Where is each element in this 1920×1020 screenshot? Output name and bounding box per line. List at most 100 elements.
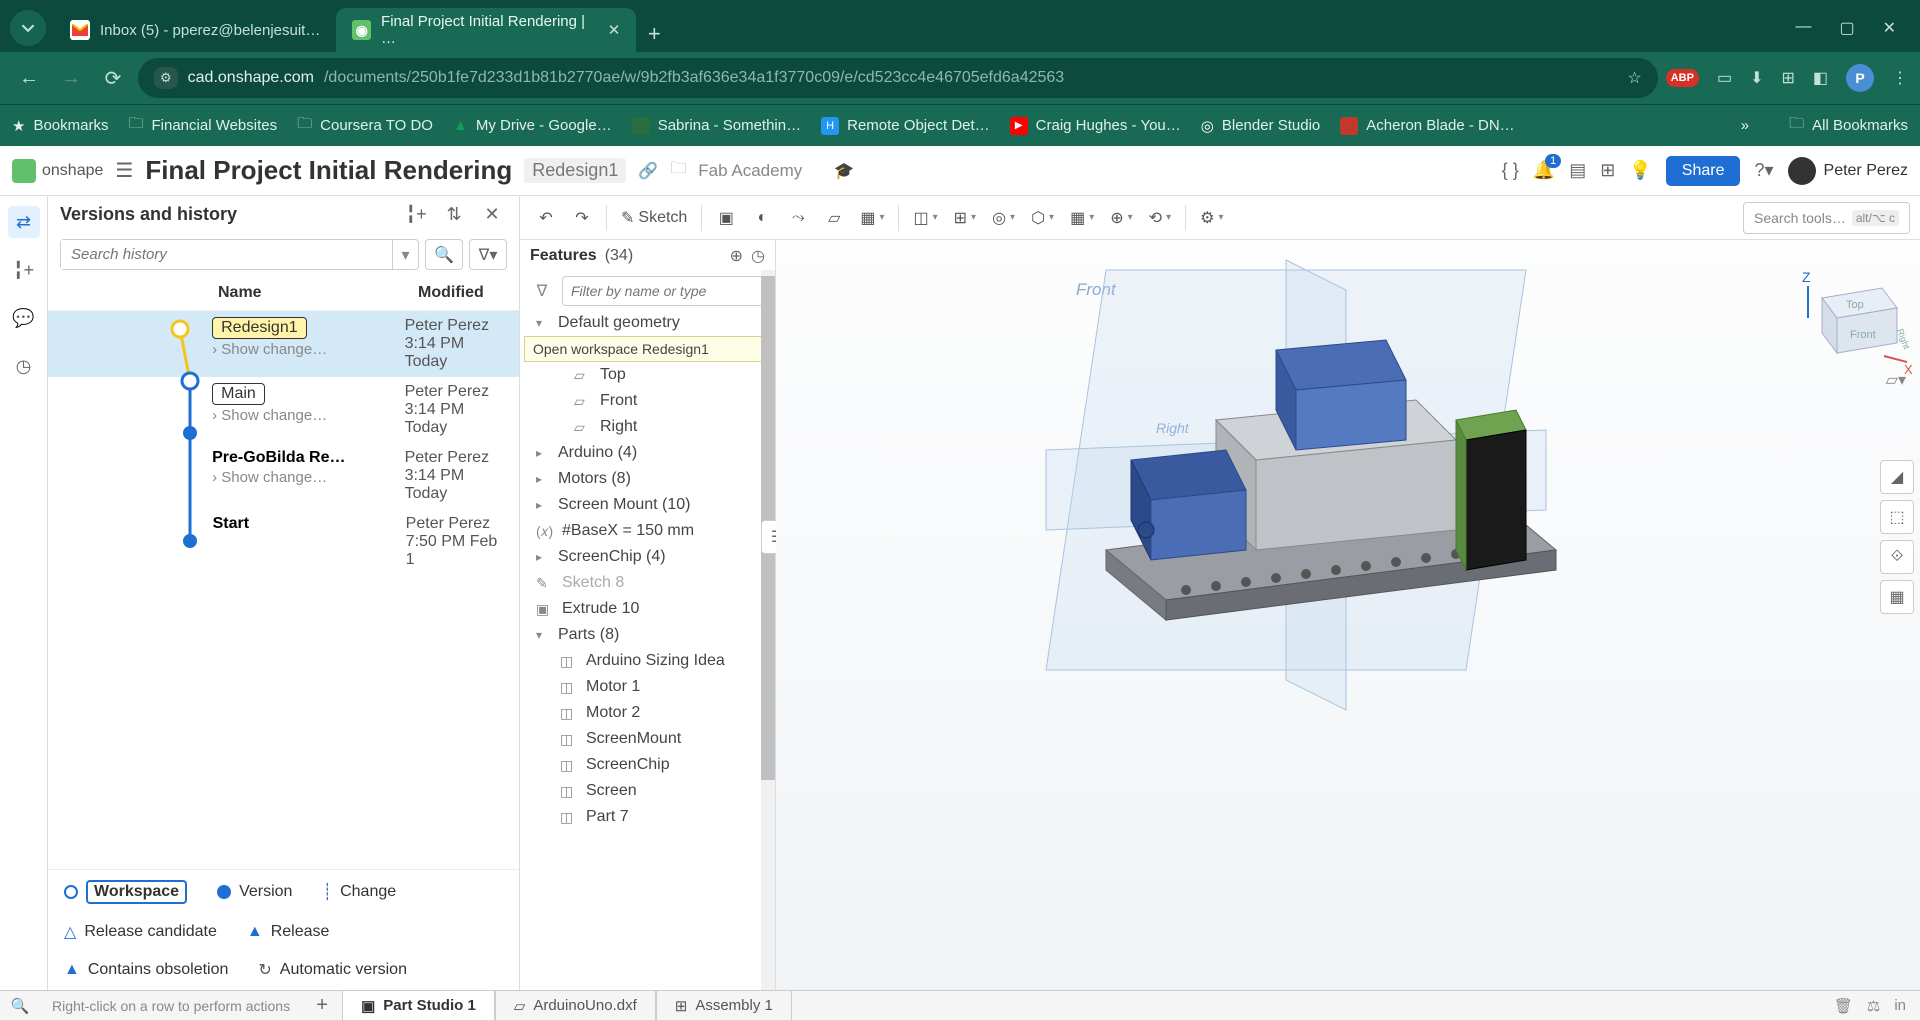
feature-item[interactable]: ▾Default geometry xyxy=(520,310,775,336)
all-bookmarks[interactable]: 🗀All Bookmarks xyxy=(1789,113,1908,138)
transform-icon[interactable]: ⟲▾ xyxy=(1143,202,1177,234)
search-tabs-icon[interactable]: 🔍 xyxy=(0,997,40,1015)
version-row[interactable]: Pre-GoBilda Re… › Show change… Peter Per… xyxy=(48,443,519,509)
browser-tab-onshape[interactable]: ◉ Final Project Initial Rendering | … ✕ xyxy=(336,8,636,52)
code-icon[interactable]: { } xyxy=(1502,160,1519,181)
gear-icon[interactable]: ⚙▾ xyxy=(1194,202,1229,234)
units-icon[interactable]: in xyxy=(1894,997,1906,1015)
sweep-icon[interactable]: ⤳ xyxy=(782,202,814,234)
feature-item[interactable]: ▱Right xyxy=(520,414,775,440)
link-icon[interactable]: 🔗 xyxy=(638,161,658,181)
show-changes-link[interactable]: › Show change… xyxy=(212,407,404,424)
feature-item[interactable]: ▣Extrude 10 xyxy=(520,596,775,622)
bookmarks-overflow[interactable]: » xyxy=(1741,117,1749,134)
show-changes-link[interactable]: › Show change… xyxy=(212,341,404,358)
user-menu[interactable]: Peter Perez xyxy=(1788,157,1908,185)
version-row[interactable]: Start Peter Perez 7:50 PM Feb 1 xyxy=(48,509,519,575)
add-icon[interactable]: ╏+ xyxy=(8,254,40,286)
versions-icon[interactable]: ⇄ xyxy=(8,206,40,238)
tab-assembly[interactable]: ⊞Assembly 1 xyxy=(656,991,792,1020)
compare-icon[interactable]: ⇅ xyxy=(439,204,469,225)
feature-item[interactable]: ◫ScreenMount xyxy=(520,726,775,752)
measure-icon[interactable]: ⟐ xyxy=(1880,540,1914,574)
feature-item[interactable]: ▱Top xyxy=(520,362,775,388)
create-version-icon[interactable]: ╏+ xyxy=(401,204,431,225)
tab-part-studio[interactable]: ▣Part Studio 1 xyxy=(342,991,495,1020)
bookmark-folder[interactable]: 🗀Coursera TO DO xyxy=(297,113,433,138)
url-input[interactable]: ⚙ cad.onshape.com/documents/250b1fe7d233… xyxy=(138,58,1658,98)
history-icon[interactable]: ◷ xyxy=(8,350,40,382)
document-title[interactable]: Final Project Initial Rendering xyxy=(145,155,512,186)
feature-item[interactable]: ✎Sketch 8 xyxy=(520,570,775,596)
show-changes-link[interactable]: › Show change… xyxy=(212,469,404,486)
feedback-icon[interactable]: 💡 xyxy=(1629,160,1651,181)
forward-button[interactable]: → xyxy=(54,61,88,95)
version-row[interactable]: Main › Show change… Peter Perez 3:14 PM … xyxy=(48,377,519,443)
bookmarks-star[interactable]: ★ Bookmarks xyxy=(12,117,108,135)
section-view-icon[interactable]: ◢ xyxy=(1880,460,1914,494)
search-history-input[interactable] xyxy=(61,240,392,269)
breadcrumb[interactable]: Fab Academy xyxy=(698,161,802,181)
bookmark-link[interactable]: ▶Craig Hughes - You… xyxy=(1010,117,1181,135)
thicken-icon[interactable]: ▦▾ xyxy=(854,202,890,234)
tab-arduino-dxf[interactable]: ▱ArduinoUno.dxf xyxy=(495,991,656,1020)
filter-button[interactable]: ∇▾ xyxy=(469,239,507,270)
view-cube[interactable]: Z Top Front Right X xyxy=(1792,258,1892,358)
add-feature-icon[interactable]: ⊕ xyxy=(730,246,743,266)
notifications-icon[interactable]: 🔔1 xyxy=(1533,160,1555,181)
feature-item[interactable]: ▸Screen Mount (10) xyxy=(520,492,775,518)
help-icon[interactable]: ?▾ xyxy=(1754,160,1773,181)
boolean-icon[interactable]: ⊕▾ xyxy=(1104,202,1138,234)
comments-icon[interactable]: 💬 xyxy=(8,302,40,334)
feature-item[interactable]: (𝑥)#BaseX = 150 mm xyxy=(520,518,775,544)
site-settings-icon[interactable]: ⚙ xyxy=(154,67,178,89)
side-panel-icon[interactable]: ◧ xyxy=(1813,68,1828,88)
filter-icon[interactable]: ∇ xyxy=(528,276,556,306)
bookmark-link[interactable]: ◎Blender Studio xyxy=(1201,117,1321,135)
search-button[interactable]: 🔍 xyxy=(425,239,463,270)
loft-icon[interactable]: ▱ xyxy=(818,202,850,234)
feature-filter-input[interactable] xyxy=(562,276,767,306)
feature-item[interactable]: ▱Front xyxy=(520,388,775,414)
undo-button[interactable]: ↶ xyxy=(530,202,562,234)
apps-icon[interactable]: ⊞ xyxy=(1600,160,1615,181)
properties-icon[interactable]: ▦ xyxy=(1880,580,1914,614)
version-row[interactable]: Redesign1 › Show change… Peter Perez 3:1… xyxy=(48,311,519,377)
scale-icon[interactable]: ⚖ xyxy=(1867,997,1880,1015)
feature-item[interactable]: ▾Parts (8) xyxy=(520,622,775,648)
feature-item[interactable]: ▸ScreenChip (4) xyxy=(520,544,775,570)
chrome-menu-icon[interactable]: ⋮ xyxy=(1892,68,1908,88)
close-window-icon[interactable]: ✕ xyxy=(1883,18,1896,38)
cube-menu-icon[interactable]: ▱▾ xyxy=(1886,370,1906,390)
feature-item[interactable]: ◫ScreenChip xyxy=(520,752,775,778)
feature-item[interactable]: ▸Arduino (4) xyxy=(520,440,775,466)
abp-extension-icon[interactable]: ABP xyxy=(1666,69,1699,87)
draft-icon[interactable]: ◎▾ xyxy=(986,202,1021,234)
scrollbar[interactable] xyxy=(761,270,775,990)
download-icon[interactable]: ⬇ xyxy=(1750,68,1763,88)
3d-canvas[interactable]: Front Right xyxy=(776,240,1920,990)
new-tab-button[interactable]: + xyxy=(636,16,672,52)
shell-icon[interactable]: ⬡▾ xyxy=(1025,202,1060,234)
search-dropdown-icon[interactable]: ▾ xyxy=(392,240,418,269)
bookmark-drive[interactable]: ▲My Drive - Google… xyxy=(453,117,612,134)
share-button[interactable]: Share xyxy=(1666,156,1741,186)
tab-search-button[interactable] xyxy=(10,10,46,46)
onshape-logo[interactable]: onshape xyxy=(12,159,103,183)
feature-item[interactable]: ▸Motors (8) xyxy=(520,466,775,492)
profile-avatar[interactable]: P xyxy=(1846,64,1874,92)
branch-name[interactable]: Redesign1 xyxy=(524,158,626,183)
browser-tab-inbox[interactable]: Inbox (5) - pperez@belenjesuit… xyxy=(54,8,336,52)
close-panel-icon[interactable]: ✕ xyxy=(477,204,507,225)
fillet-icon[interactable]: ◫▾ xyxy=(907,202,943,234)
feature-item[interactable]: ◫Motor 2 xyxy=(520,700,775,726)
bookmark-link[interactable]: Acheron Blade - DN… xyxy=(1340,117,1514,135)
timer-icon[interactable]: ◷ xyxy=(751,246,765,266)
feature-item[interactable]: ◫Arduino Sizing Idea xyxy=(520,648,775,674)
trash-icon[interactable]: 🗑 xyxy=(1834,997,1853,1015)
reload-button[interactable]: ⟳ xyxy=(96,61,130,95)
bookmark-folder[interactable]: 🗀Financial Websites xyxy=(128,113,277,138)
extension-icon[interactable]: ▭ xyxy=(1717,68,1732,88)
isometric-icon[interactable]: ⬚ xyxy=(1880,500,1914,534)
close-icon[interactable]: ✕ xyxy=(608,21,621,39)
